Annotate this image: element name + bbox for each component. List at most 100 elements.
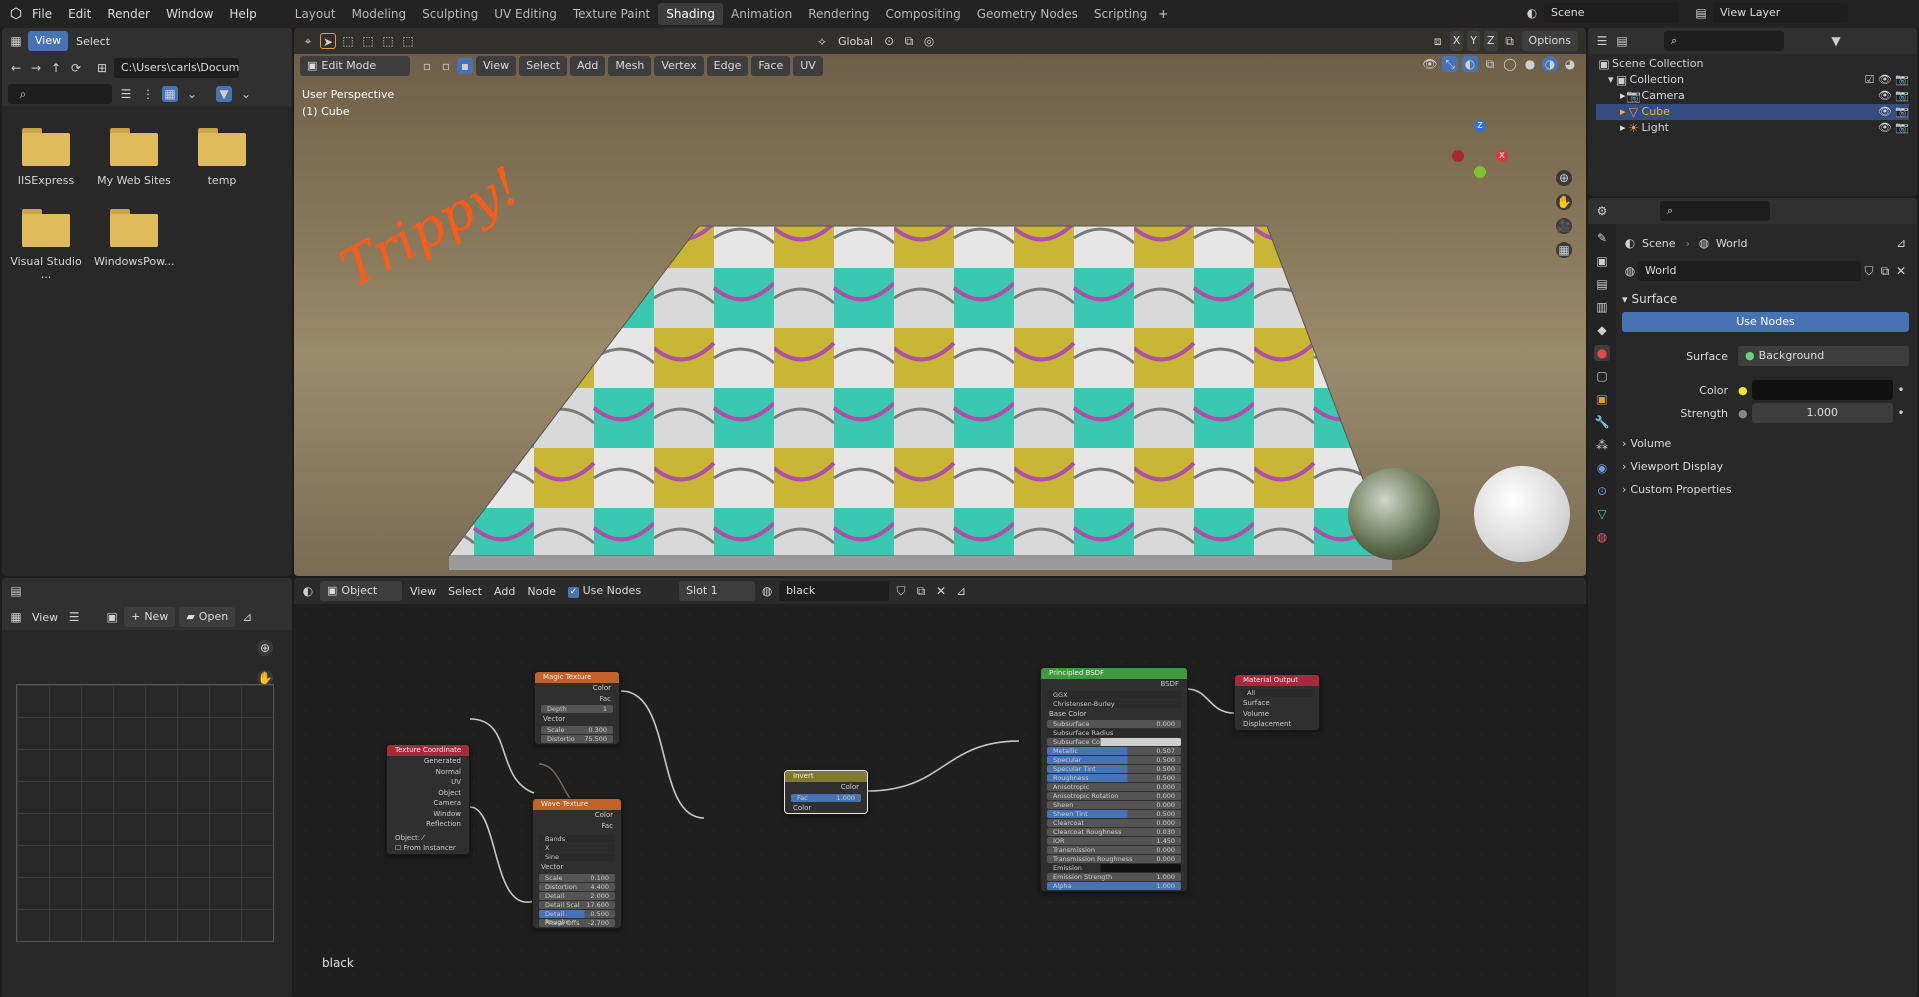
wave-field[interactable]: Scale 0.100 [539,873,615,882]
pin-icon[interactable]: ⊿ [1893,235,1909,251]
tool-tab-icon[interactable]: ✎ [1594,230,1610,246]
path-field[interactable]: C:\Users\carls\Docum... [114,58,239,78]
bsdf-field[interactable]: Clearcoat 0.000 [1047,819,1181,827]
chevron-down-icon[interactable]: ⌄ [238,86,254,102]
bsdf-field[interactable]: Anisotropic Rotation 0.000 [1047,792,1181,800]
menu-help[interactable]: Help [221,3,264,25]
material-tab-icon[interactable]: ◍ [1594,529,1610,545]
node-header[interactable]: Magic Texture [535,672,619,683]
pin-icon[interactable]: ⊿ [239,609,255,625]
world-tab-icon[interactable]: ● [1594,345,1610,361]
collection-tab-icon[interactable]: ▢ [1594,368,1610,384]
new-image-button[interactable]: + New [124,607,176,627]
particles-tab-icon[interactable]: ⁂ [1594,437,1610,453]
hamburger-menu-icon[interactable]: ☰ [66,609,82,625]
folder-item[interactable]: Visual Studio ... [6,209,86,281]
uv-grid[interactable] [16,684,274,942]
modifier-tab-icon[interactable]: 🔧 [1594,414,1610,430]
outliner-search-input[interactable]: ⌕ [1664,31,1784,51]
keyframe-dot-icon[interactable]: • [1893,382,1909,398]
world-name-field[interactable]: World [1638,261,1861,281]
tab-animation[interactable]: Animation [723,3,800,25]
editor-type-icon[interactable]: ☰ [1594,33,1610,49]
bsdf-field[interactable]: Alpha 1.000 [1047,882,1181,890]
forward-icon[interactable]: → [28,60,44,76]
wave-type-dropdown[interactable]: Bands [539,835,615,843]
image-editor-view-icon[interactable]: ▦ [8,609,24,625]
custom-properties-panel-header[interactable]: › Custom Properties [1622,479,1909,499]
chevron-down-icon[interactable]: ⌄ [184,86,200,102]
scene-collection-row[interactable]: ▣ Scene Collection [1596,56,1909,72]
outliner-item-camera[interactable]: ▸ 📷 Camera 👁 📷 [1596,88,1909,104]
wave-field[interactable]: Distortion 4.400 [539,882,615,891]
display-mode-icon[interactable]: ▤ [1614,33,1630,49]
keyframe-dot-icon[interactable]: • [1893,405,1909,421]
magic-texture-node[interactable]: Magic Texture Color Fac Depth 1 Vector Sc… [534,671,620,745]
fb-select-menu[interactable]: Select [72,35,114,48]
blender-logo-icon[interactable]: ⬡ [8,6,24,22]
fake-user-icon[interactable]: ⛉ [1861,263,1877,279]
tab-rendering[interactable]: Rendering [800,3,877,25]
zoom-icon[interactable]: ⊕ [1556,170,1572,186]
folder-item[interactable]: temp [182,128,262,187]
ortho-toggle-icon[interactable]: ▦ [1556,242,1572,258]
tab-texture-paint[interactable]: Texture Paint [565,3,658,25]
bsdf-field[interactable]: Transmission Roughness 0.000 [1047,855,1181,863]
close-icon[interactable]: ✕ [933,583,949,599]
new-folder-icon[interactable]: ⊞ [94,60,110,76]
checkbox-checked-icon[interactable]: ☑ 👁 📷 [1864,72,1909,88]
outliner-item-cube[interactable]: ▸ ▽ Cube 👁 📷 [1596,104,1909,120]
node-menu[interactable]: Node [523,585,560,598]
zoom-icon[interactable]: ⊕ [257,640,273,656]
duplicate-icon[interactable]: ⧉ [1877,263,1893,279]
wave-profile-dropdown[interactable]: Sine [539,853,615,861]
view-layer-selector[interactable]: View Layer [1713,3,1848,23]
properties-editor[interactable]: ⚙ ⌕ ✎ ▣ ▤ ▥ ◆ ● ▢ ▣ 🔧 ⁂ ◉ ⊙ ▽ ◍ ◐ Scene › ◍… [1588,198,1917,997]
y-axis-icon[interactable] [1474,166,1486,178]
depth-field[interactable]: Depth 1 [541,705,613,713]
bsdf-field[interactable]: Transmission 0.000 [1047,846,1181,854]
texture-coordinate-node[interactable]: Texture Coordinate Generated Normal UV O… [386,744,470,855]
fb-search-input[interactable]: ⌕ [8,84,112,104]
menu-render[interactable]: Render [99,3,158,25]
bsdf-field[interactable]: Clearcoat Roughness 0.030 [1047,828,1181,836]
menu-file[interactable]: File [24,3,60,25]
bsdf-field[interactable]: Subsurface Colo [1047,738,1181,746]
menu-edit[interactable]: Edit [60,3,99,25]
bsdf-field[interactable]: Subsurface 0.000 [1047,720,1181,728]
view-layer-tab-icon[interactable]: ▥ [1594,299,1610,315]
material-output-node[interactable]: Material Output All Surface Volume Displ… [1234,674,1320,731]
image-editor[interactable]: ▤ ▦ View ☰ ▣ + New ▰ Open ⊿ ⊕ ✋ [2,578,292,997]
distortion-field[interactable]: Distortio 75.500 [541,734,613,743]
z-axis-icon[interactable]: Z [1474,120,1486,132]
node-view-menu[interactable]: View [406,585,440,598]
node-header[interactable]: Texture Coordinate [387,745,469,756]
wave-texture-node[interactable]: Wave Texture Color Fac Bands X Sine Vect… [532,798,622,929]
principled-bsdf-node[interactable]: Principled BSDF BSDF GGX Christensen-Bur… [1040,667,1188,892]
output-target-dropdown[interactable]: All [1241,689,1313,697]
tab-layout[interactable]: Layout [287,3,344,25]
wave-field[interactable]: Phase Offs -2.700 [539,918,615,927]
physics-tab-icon[interactable]: ◉ [1594,460,1610,476]
folder-item[interactable]: My Web Sites [94,128,174,187]
menu-window[interactable]: Window [158,3,221,25]
bsdf-field[interactable]: Sheen 0.000 [1047,801,1181,809]
wave-axis-dropdown[interactable]: X [539,844,615,852]
pin-icon[interactable]: ⊿ [953,583,969,599]
output-tab-icon[interactable]: ▤ [1594,276,1610,292]
tab-modeling[interactable]: Modeling [344,3,415,25]
shader-type-dropdown[interactable]: ▣ Object [320,581,402,601]
wave-field[interactable]: Detail 2.000 [539,891,615,900]
bsdf-field[interactable]: Roughness 0.500 [1047,774,1181,782]
use-nodes-checkbox[interactable]: ✓ Use Nodes [564,584,645,598]
image-view-menu[interactable]: View [28,611,62,624]
volume-panel-header[interactable]: › Volume [1622,433,1909,453]
slot-dropdown[interactable]: Slot 1 [679,581,756,601]
render-tab-icon[interactable]: ▣ [1594,253,1610,269]
neg-x-axis-icon[interactable] [1452,150,1464,162]
tab-compositing[interactable]: Compositing [877,3,968,25]
editor-type-icon[interactable]: ⚙ [1594,203,1610,219]
eyedropper-icon[interactable]: ⁄ [422,834,423,842]
surface-shader-dropdown[interactable]: ● Background [1738,346,1909,366]
scale-field[interactable]: Scale 0.300 [541,725,613,734]
